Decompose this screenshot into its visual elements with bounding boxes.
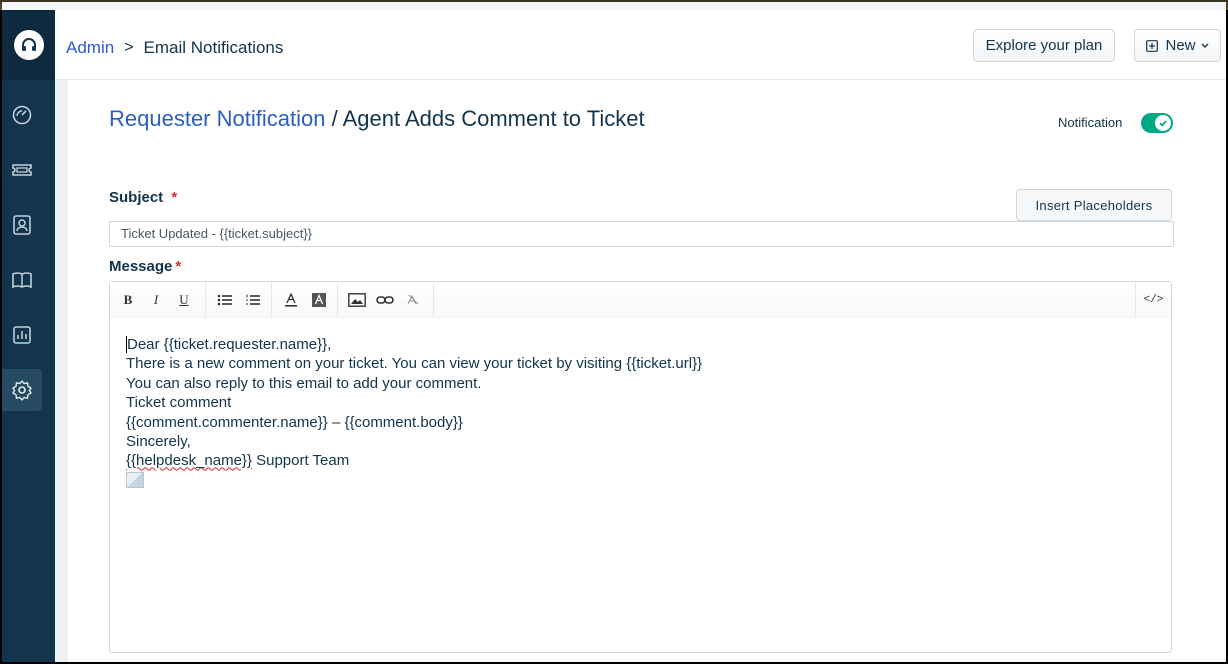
top-header: Admin > Email Notifications Explore your… — [55, 10, 1226, 80]
breadcrumb-separator: > — [124, 39, 134, 56]
toggle-knob — [1155, 115, 1171, 131]
image-icon[interactable] — [343, 286, 371, 314]
required-mark: * — [171, 189, 178, 206]
message-label-text: Message — [109, 258, 173, 275]
message-line: {{helpdesk_name}} Support Team — [126, 451, 702, 470]
main-content: Requester Notification / Agent Adds Comm… — [68, 80, 1226, 662]
editor-toolbar: B I U </> — [110, 282, 1171, 318]
message-line: Dear {{ticket.requester.name}}, — [126, 335, 702, 354]
tickets-icon[interactable] — [2, 149, 42, 191]
background-color-icon[interactable] — [305, 286, 333, 314]
signature-rest: Support Team — [251, 452, 350, 470]
subject-input[interactable]: Ticket Updated - {{ticket.subject}} — [109, 221, 1174, 247]
text-style-group: B I U — [114, 282, 206, 318]
admin-settings-icon[interactable] — [2, 369, 42, 411]
solutions-icon[interactable] — [2, 259, 42, 301]
breadcrumb-current: Email Notifications — [143, 38, 284, 57]
message-line-text: Dear {{ticket.requester.name}}, — [127, 336, 332, 353]
app-frame: Admin > Email Notifications Explore your… — [2, 2, 1226, 662]
subject-label-text: Subject — [109, 189, 164, 206]
logo-area[interactable] — [2, 10, 55, 80]
breadcrumb-admin-link[interactable]: Admin — [66, 38, 114, 58]
page-title: Requester Notification / Agent Adds Comm… — [109, 106, 645, 132]
contacts-icon[interactable] — [2, 204, 42, 246]
new-button-label: New — [1165, 37, 1196, 54]
bullet-list-icon[interactable] — [211, 286, 239, 314]
notification-label: Notification — [1058, 115, 1123, 130]
analytics-icon[interactable] — [2, 314, 42, 356]
underline-button[interactable]: U — [170, 286, 198, 314]
spellcheck-placeholder: {{helpdesk_name}} — [126, 452, 252, 470]
code-view-button[interactable]: </> — [1135, 282, 1171, 318]
subject-label: Subject * — [109, 189, 177, 206]
content-gutter — [55, 80, 68, 662]
insert-placeholders-button[interactable]: Insert Placeholders — [1016, 189, 1172, 221]
message-line: You can also reply to this email to add … — [126, 374, 482, 392]
plus-square-icon — [1146, 39, 1159, 52]
insert-group — [338, 282, 434, 318]
clear-formatting-icon[interactable] — [399, 286, 427, 314]
notification-toggle[interactable] — [1141, 113, 1173, 133]
required-mark: * — [175, 258, 182, 275]
message-line: Sincerely, — [126, 433, 191, 451]
page-title-rest: / Agent Adds Comment to Ticket — [325, 106, 645, 131]
bold-button[interactable]: B — [114, 286, 142, 314]
check-icon — [1159, 120, 1167, 127]
italic-button[interactable]: I — [142, 286, 170, 314]
sidebar — [2, 10, 55, 662]
font-color-icon[interactable] — [277, 286, 305, 314]
breadcrumb: Admin > Email Notifications — [66, 38, 283, 58]
message-line: There is a new comment on your ticket. Y… — [126, 355, 703, 373]
broken-image-icon[interactable] — [126, 471, 144, 488]
message-editor[interactable]: B I U </> Dear {{ticket.requester.name}}… — [109, 281, 1172, 653]
message-line: {{comment.commenter.name}} – {{comment.b… — [126, 413, 463, 431]
chevron-down-icon — [1201, 43, 1208, 48]
dashboard-icon[interactable] — [2, 94, 42, 136]
message-body[interactable]: Dear {{ticket.requester.name}}, There is… — [126, 335, 702, 488]
requester-notification-link[interactable]: Requester Notification — [109, 106, 325, 131]
link-icon[interactable] — [371, 286, 399, 314]
list-group — [206, 282, 272, 318]
message-label: Message * — [109, 258, 181, 275]
color-group — [272, 282, 338, 318]
numbered-list-icon[interactable] — [239, 286, 267, 314]
headset-logo-icon — [13, 30, 44, 60]
explore-plan-label: Explore your plan — [985, 37, 1103, 54]
explore-plan-button[interactable]: Explore your plan — [973, 29, 1115, 62]
new-button[interactable]: New — [1134, 29, 1221, 62]
message-line: Ticket comment — [126, 394, 232, 412]
